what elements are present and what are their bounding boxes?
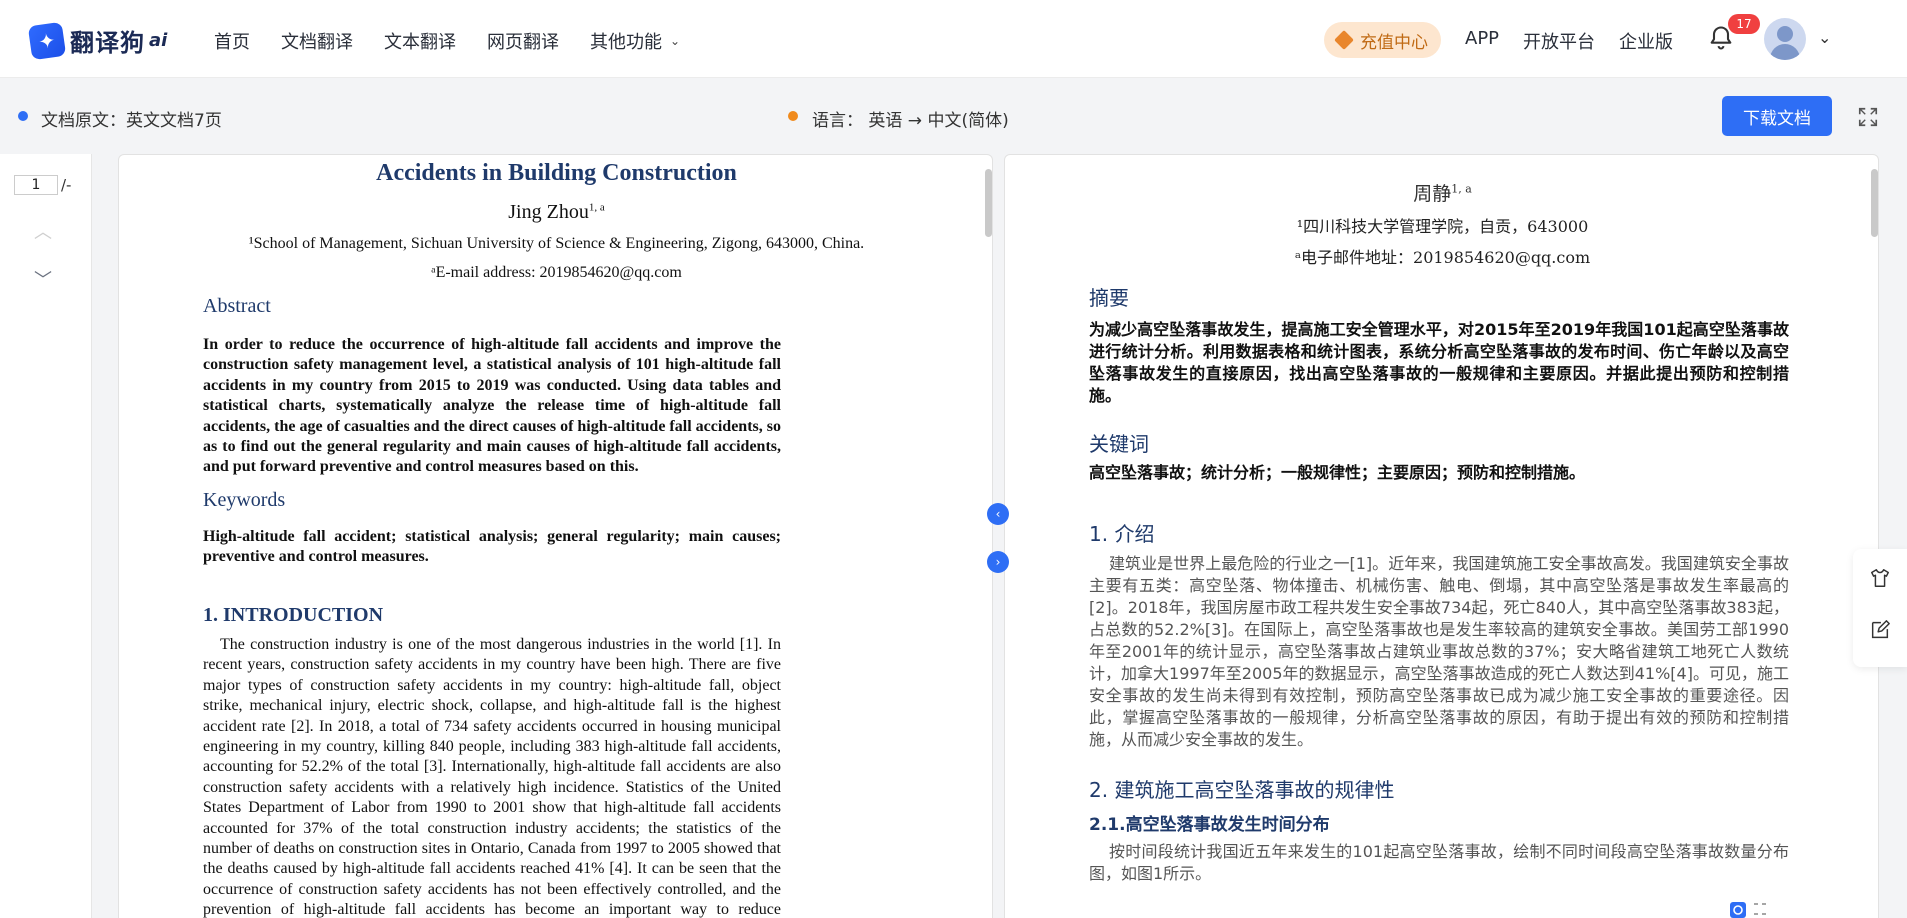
- nav-web-translate[interactable]: 网页翻译: [487, 28, 559, 54]
- source-info: 文档原文：英文文档7页: [41, 111, 222, 131]
- language-dot-icon: [788, 111, 798, 121]
- top-header: ✦ 翻译狗 ai 首页 文档翻译 文本翻译 网页翻译 其他功能 ⌄ 充值中心 A…: [0, 0, 1907, 78]
- page-total: /-: [61, 176, 72, 194]
- nav-text-translate[interactable]: 文本翻译: [384, 28, 456, 54]
- keywords-text: High-altitude fall accident; statistical…: [203, 528, 781, 566]
- cn-author-sup: 1, a: [1451, 182, 1472, 196]
- main-nav: 首页 文档翻译 文本翻译 网页翻译 其他功能 ⌄: [214, 28, 711, 54]
- nav-home[interactable]: 首页: [214, 28, 250, 54]
- brand-logo[interactable]: ✦ 翻译狗 ai: [27, 21, 168, 60]
- intro-heading: 1. INTRODUCTION: [203, 604, 384, 626]
- doc-title: Accidents in Building Construction: [119, 157, 992, 189]
- header-links: APP 开放平台 企业版: [1465, 28, 1697, 54]
- diamond-icon: [1334, 30, 1354, 50]
- language-info: 语言： 英语 → 中文(简体): [812, 111, 1009, 131]
- cn-intro-heading: 1. 介绍: [1089, 522, 1155, 546]
- email: ᵃE-mail address: 2019854620@qq.com: [431, 264, 682, 281]
- cn-author: 周静1, a: [1005, 179, 1878, 206]
- translated-document-panel[interactable]: 周静1, a ¹四川科技大学管理学院，自贡，643000 ᵃ电子邮件地址：201…: [1004, 154, 1879, 918]
- zoom-tools-icon[interactable]: [1728, 898, 1768, 918]
- recharge-button[interactable]: 充值中心: [1324, 22, 1441, 58]
- keywords-heading: Keywords: [203, 489, 286, 511]
- cn-section21-heading: 2.1.高空坠落事故发生时间分布: [1089, 815, 1330, 835]
- source-dot-icon: [18, 111, 28, 121]
- nav-other-features[interactable]: 其他功能 ⌄: [590, 28, 680, 54]
- avatar-head: [1777, 26, 1793, 42]
- side-toolbar: [1853, 549, 1907, 667]
- cn-section2-heading: 2. 建筑施工高空坠落事故的规律性: [1089, 778, 1395, 802]
- collapse-right-icon[interactable]: ›: [987, 551, 1009, 573]
- cn-abstract-heading: 摘要: [1089, 286, 1129, 310]
- nav-doc-translate[interactable]: 文档翻译: [281, 28, 353, 54]
- intro-text: The construction industry is one of the …: [203, 636, 781, 918]
- link-app[interactable]: APP: [1465, 28, 1499, 54]
- logo-icon: ✦: [27, 21, 67, 60]
- author-sup: 1, a: [588, 201, 605, 214]
- chevron-down-icon[interactable]: ⌄: [1818, 28, 1831, 47]
- author-name: Jing Zhou: [508, 201, 589, 223]
- fullscreen-icon[interactable]: [1857, 106, 1879, 128]
- abstract-text: In order to reduce the occurrence of hig…: [203, 336, 781, 476]
- brand-ai: ai: [149, 30, 168, 51]
- link-enterprise[interactable]: 企业版: [1619, 28, 1673, 54]
- brand-name: 翻译狗: [70, 29, 145, 57]
- page-down-icon[interactable]: ﹀: [34, 266, 52, 292]
- cn-intro-text: 建筑业是世界上最危险的行业之一[1]。近年来，我国建筑施工安全事故高发。我国建筑…: [1089, 554, 1789, 749]
- recharge-label: 充值中心: [1360, 32, 1428, 53]
- cn-keywords-text: 高空坠落事故；统计分析；一般规律性；主要原因；预防和控制措施。: [1089, 463, 1586, 482]
- cn-affiliation: ¹四川科技大学管理学院，自贡，643000: [1296, 217, 1589, 236]
- notification-badge: 17: [1728, 14, 1760, 34]
- shirt-icon[interactable]: [1869, 567, 1891, 589]
- affiliation: ¹School of Management, Sichuan Universit…: [248, 235, 865, 252]
- nav-other-label: 其他功能: [590, 32, 662, 53]
- doc-title-text: Accidents in Building Construction: [376, 160, 737, 186]
- abstract-heading: Abstract: [203, 295, 271, 317]
- cn-author-name: 周静: [1413, 183, 1452, 205]
- download-button[interactable]: 下载文档: [1722, 96, 1832, 136]
- author: Jing Zhou1, a: [119, 201, 992, 224]
- avatar[interactable]: [1764, 18, 1806, 60]
- edit-icon[interactable]: [1869, 619, 1891, 641]
- cn-keywords-heading: 关键词: [1089, 432, 1149, 456]
- cn-email: ᵃ电子邮件地址：2019854620@qq.com: [1294, 248, 1591, 267]
- page-number-input[interactable]: 1: [14, 175, 58, 195]
- cn-abstract-text: 为减少高空坠落事故发生，提高施工安全管理水平，对2015年至2019年我国101…: [1089, 320, 1789, 405]
- collapse-left-icon[interactable]: ‹: [987, 503, 1009, 525]
- original-document-panel[interactable]: Accidents in Building Construction Jing …: [118, 154, 993, 918]
- cn-section21-text: 按时间段统计我国近五年来发生的101起高空坠落事故，绘制不同时间段高空坠落事故数…: [1089, 842, 1789, 883]
- avatar-body: [1770, 44, 1800, 60]
- chevron-down-icon: ⌄: [670, 34, 681, 48]
- page-up-icon[interactable]: ︿: [34, 218, 52, 244]
- link-open-platform[interactable]: 开放平台: [1523, 28, 1595, 54]
